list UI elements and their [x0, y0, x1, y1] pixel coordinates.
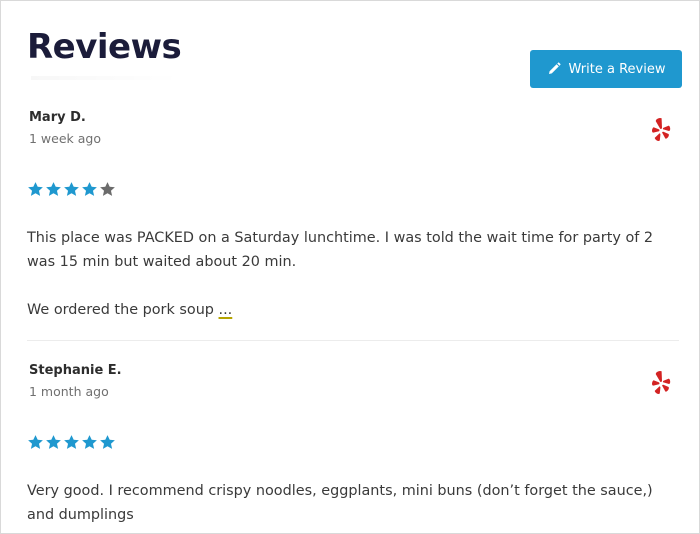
review-text: This place was PACKED on a Saturday lunc…: [27, 226, 679, 322]
yelp-icon[interactable]: [649, 117, 673, 143]
review-paragraph: We ordered the pork soup ...: [27, 298, 679, 322]
review-paragraph: This place was PACKED on a Saturday lunc…: [27, 230, 654, 270]
review-author: Mary D.: [29, 110, 86, 125]
star-filled-icon: [46, 435, 61, 449]
review-paragraph: Very good. I recommend crispy noodles, e…: [27, 483, 653, 523]
review-paragraph-text: We ordered the pork soup: [27, 302, 214, 318]
header-shadow: [31, 76, 181, 80]
star-filled-icon: [46, 182, 61, 196]
write-review-button[interactable]: Write a Review: [530, 50, 682, 88]
star-filled-icon: [64, 435, 79, 449]
star-filled-icon: [82, 435, 97, 449]
star-empty-icon: [100, 182, 115, 196]
star-rating: [27, 434, 116, 451]
page-title: Reviews: [27, 27, 182, 67]
reviews-widget: Reviews Write a Review Mary D. 1 week ag…: [0, 0, 700, 534]
read-more-link[interactable]: ...: [219, 302, 233, 318]
star-rating: [27, 181, 116, 198]
pencil-icon: [547, 62, 561, 76]
star-filled-icon: [100, 435, 115, 449]
yelp-icon[interactable]: [649, 370, 673, 396]
review-author: Stephanie E.: [29, 363, 122, 378]
star-filled-icon: [64, 182, 79, 196]
star-filled-icon: [82, 182, 97, 196]
review-date: 1 week ago: [29, 131, 101, 146]
star-filled-icon: [28, 435, 43, 449]
review-date: 1 month ago: [29, 384, 109, 399]
review-text: Very good. I recommend crispy noodles, e…: [27, 479, 679, 527]
write-review-label: Write a Review: [568, 61, 666, 77]
review-divider: [27, 340, 679, 341]
star-filled-icon: [28, 182, 43, 196]
